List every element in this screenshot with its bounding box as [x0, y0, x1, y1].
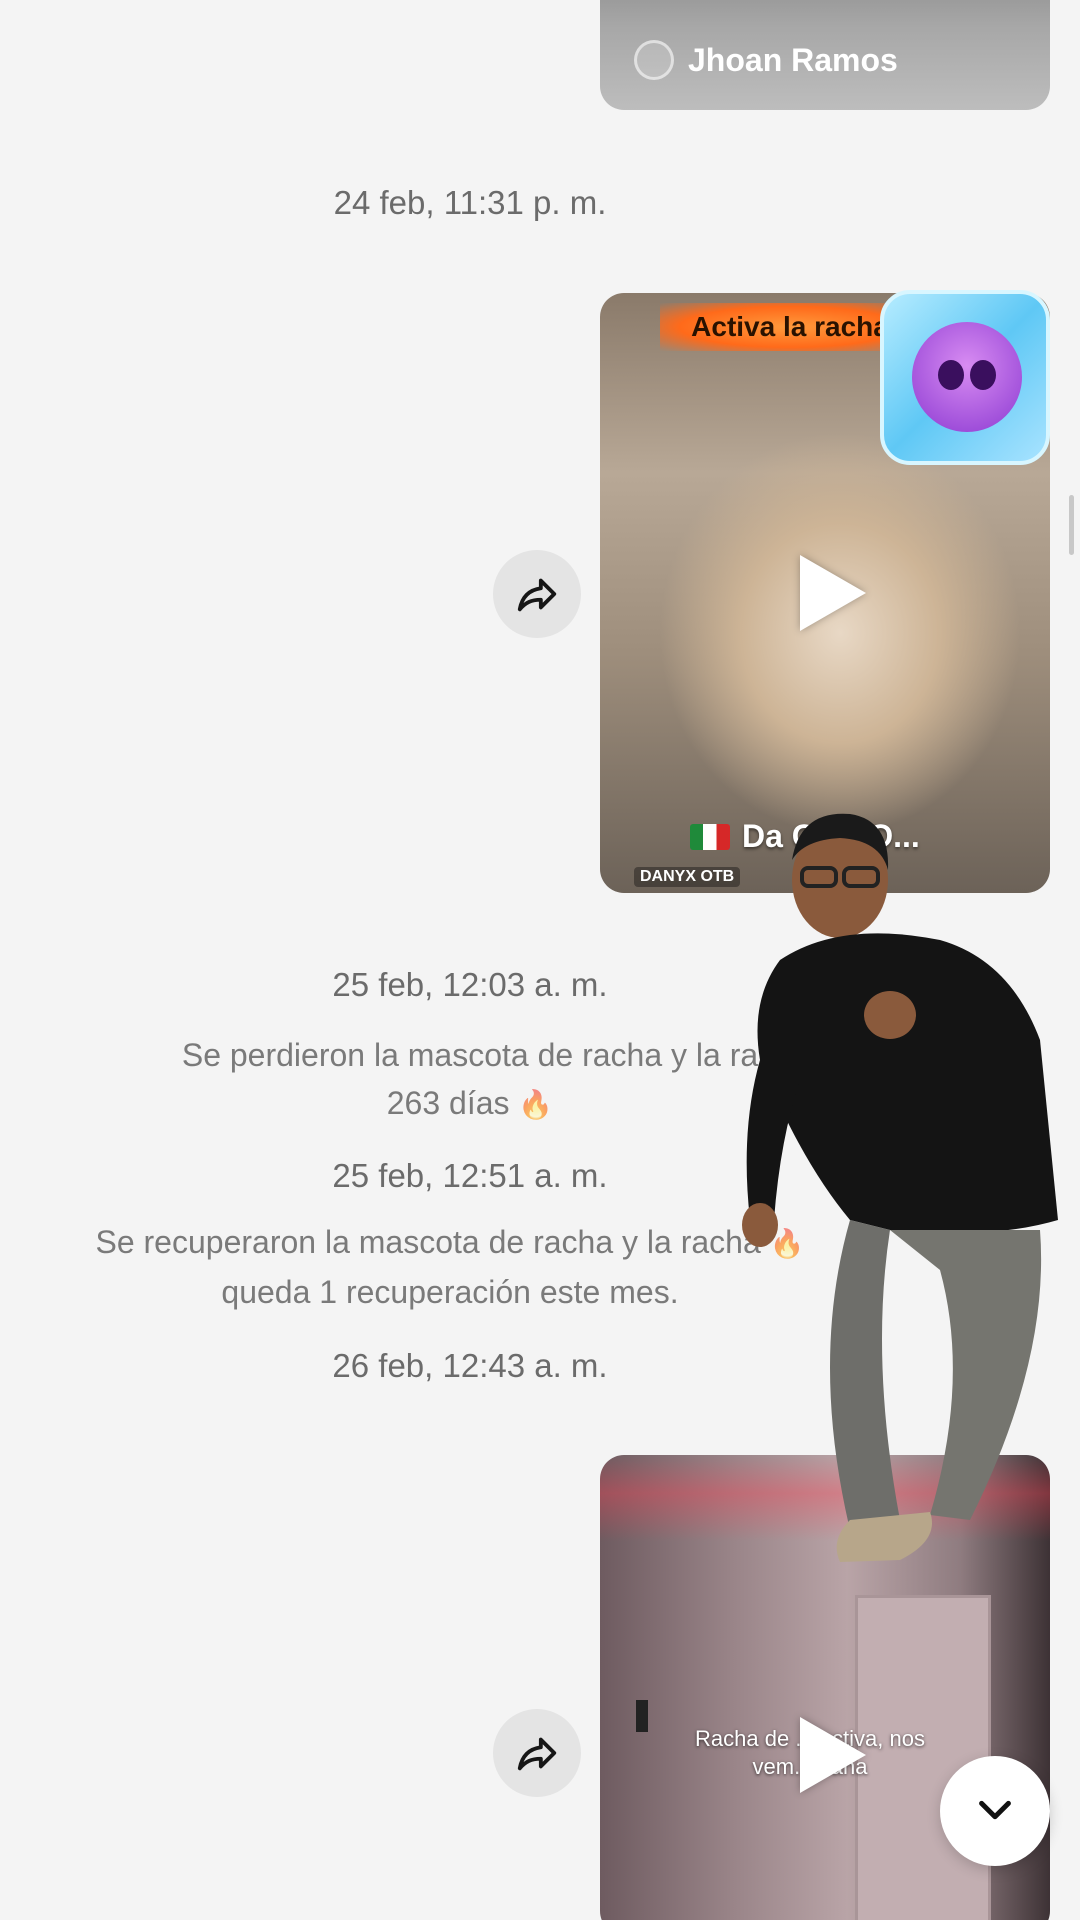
share-arrow-icon — [517, 1737, 557, 1771]
video-author: Jhoan Ramos — [634, 40, 898, 80]
mexico-flag-icon — [690, 823, 730, 850]
crying-pet-icon — [912, 322, 1022, 432]
system-message-text: Se recuperaron la mascota de racha y la … — [95, 1224, 761, 1260]
chevron-down-icon — [979, 1800, 1011, 1820]
share-button[interactable] — [493, 1709, 581, 1797]
share-button[interactable] — [493, 550, 581, 638]
shared-video-card-top[interactable]: Jhoan Ramos — [600, 0, 1050, 110]
chat-screen: Jhoan Ramos 24 feb, 11:31 p. m. Activa l… — [0, 0, 1080, 1920]
share-arrow-icon — [517, 578, 557, 612]
author-avatar-icon — [634, 40, 674, 80]
scrollbar[interactable] — [1069, 495, 1074, 555]
streak-days-text: 263 días — [386, 1085, 510, 1121]
timestamp: 24 feb, 11:31 p. m. — [333, 184, 607, 221]
play-icon[interactable] — [800, 555, 866, 631]
scroll-to-bottom-button[interactable] — [940, 1756, 1050, 1866]
video-scene-switch — [636, 1700, 648, 1732]
presenter-overlay — [742, 813, 1058, 1562]
play-icon[interactable] — [800, 1717, 866, 1793]
frozen-pet-sticker — [880, 290, 1050, 465]
video-author-name: Jhoan Ramos — [688, 41, 898, 78]
video-watermark: DANYX OTB — [634, 867, 741, 887]
fire-icon: 🔥 — [518, 1089, 554, 1120]
